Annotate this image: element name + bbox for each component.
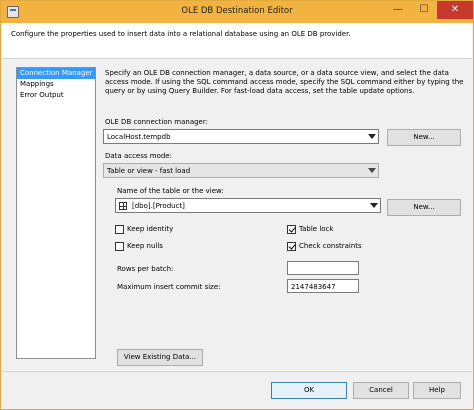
- table-name-value: [dbo].[Product]: [132, 202, 185, 210]
- nav-item-mappings[interactable]: Mappings: [17, 79, 95, 90]
- title-bar[interactable]: OLE DB Destination Editor — ☐ ✕: [1, 1, 473, 23]
- keep-identity-label: Keep identity: [127, 225, 174, 233]
- minimize-button[interactable]: —: [385, 1, 411, 19]
- max-insert-commit-input[interactable]: 2147483647: [287, 279, 359, 293]
- chevron-down-icon: [368, 168, 376, 173]
- connection-manager-dropdown[interactable]: LocalHost.tempdb: [103, 129, 379, 144]
- check-constraints-checkbox[interactable]: [287, 242, 296, 251]
- keep-nulls-checkbox[interactable]: [115, 242, 124, 251]
- table-name-dropdown[interactable]: [dbo].[Product]: [115, 198, 381, 213]
- cancel-button[interactable]: Cancel: [353, 382, 409, 399]
- close-button[interactable]: ✕: [437, 1, 473, 19]
- new-table-button[interactable]: New...: [387, 199, 461, 216]
- nav-item-connection-manager[interactable]: Connection Manager: [17, 68, 95, 79]
- data-access-mode-label: Data access mode:: [105, 152, 172, 160]
- nav-item-error-output[interactable]: Error Output: [17, 90, 95, 101]
- data-access-mode-value: Table or view - fast load: [107, 167, 191, 175]
- maximize-button[interactable]: ☐: [411, 1, 437, 19]
- check-constraints-label: Check constraints: [299, 242, 362, 250]
- page-navigation-list: Connection Manager Mappings Error Output: [16, 67, 96, 359]
- max-insert-commit-value: 2147483647: [291, 283, 336, 291]
- table-lock-label: Table lock: [299, 225, 334, 233]
- header-description: Configure the properties used to insert …: [11, 30, 351, 38]
- keep-nulls-label: Keep nulls: [127, 242, 163, 250]
- chevron-down-icon: [368, 134, 376, 139]
- max-insert-commit-label: Maximum insert commit size:: [117, 283, 221, 291]
- keep-identity-checkbox[interactable]: [115, 225, 124, 234]
- data-access-mode-dropdown[interactable]: Table or view - fast load: [103, 163, 379, 178]
- header-panel: Configure the properties used to insert …: [2, 23, 472, 59]
- view-existing-data-button[interactable]: View Existing Data...: [117, 349, 203, 366]
- ole-db-destination-editor-window: OLE DB Destination Editor — ☐ ✕ Configur…: [0, 0, 474, 410]
- connection-manager-value: LocalHost.tempdb: [107, 133, 171, 141]
- table-icon: [119, 202, 127, 210]
- chevron-down-icon: [370, 203, 378, 208]
- table-name-label: Name of the table or the view:: [117, 187, 224, 195]
- table-lock-checkbox[interactable]: [287, 225, 296, 234]
- rows-per-batch-label: Rows per batch:: [117, 265, 174, 273]
- new-connection-button[interactable]: New...: [387, 129, 461, 146]
- page-description: Specify an OLE DB connection manager, a …: [105, 69, 464, 95]
- rows-per-batch-input[interactable]: [287, 261, 359, 275]
- ok-button[interactable]: OK: [271, 382, 347, 399]
- connection-manager-label: OLE DB connection manager:: [105, 118, 208, 126]
- help-button[interactable]: Help: [413, 382, 461, 399]
